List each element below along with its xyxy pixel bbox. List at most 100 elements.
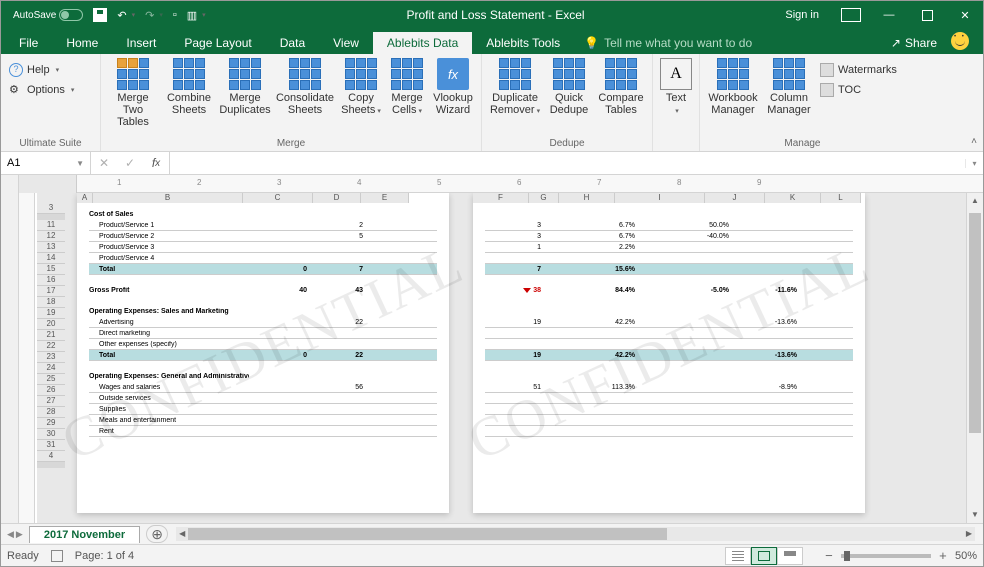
merge-two-tables-button[interactable]: Merge Two Tables xyxy=(105,56,161,136)
column-header[interactable]: L xyxy=(821,193,861,203)
column-header[interactable]: C xyxy=(243,193,313,203)
row-header[interactable]: 24 xyxy=(37,363,65,374)
insert-function-button[interactable]: fx xyxy=(143,152,169,174)
close-button[interactable]: ✕ xyxy=(947,1,983,29)
row-header[interactable]: 18 xyxy=(37,297,65,308)
row-header[interactable]: 11 xyxy=(37,220,65,231)
compare-tables-button[interactable]: Compare Tables xyxy=(594,56,648,136)
tab-home[interactable]: Home xyxy=(52,32,112,54)
save-button[interactable] xyxy=(89,6,111,24)
new-sheet-icon[interactable]: ▫ xyxy=(169,7,181,23)
expand-formula-bar-button[interactable]: ▾ xyxy=(965,159,983,168)
formula-input[interactable] xyxy=(170,157,965,169)
column-manager-button[interactable]: Column Manager xyxy=(762,56,816,136)
hscroll-left-button[interactable]: ◀ xyxy=(176,527,188,541)
enter-formula-button[interactable]: ✓ xyxy=(117,152,143,174)
page-layout-view-button[interactable] xyxy=(751,547,777,565)
copy-sheets-button[interactable]: Copy Sheets▾ xyxy=(337,56,385,136)
column-header[interactable]: E xyxy=(361,193,409,203)
row-header[interactable]: 3 xyxy=(37,203,65,214)
row-header[interactable]: 14 xyxy=(37,253,65,264)
column-header[interactable]: I xyxy=(615,193,705,203)
hscroll-thumb[interactable] xyxy=(188,528,667,540)
consolidate-sheets-button[interactable]: Consolidate Sheets xyxy=(273,56,337,136)
page-break-view-button[interactable] xyxy=(777,547,803,565)
name-box-dropdown-icon[interactable]: ▼ xyxy=(76,159,84,168)
row-header[interactable]: 19 xyxy=(37,308,65,319)
maximize-button[interactable] xyxy=(909,1,945,29)
row-header[interactable]: 16 xyxy=(37,275,65,286)
autosave-toggle[interactable]: AutoSave xyxy=(9,7,87,23)
tab-file[interactable]: File xyxy=(5,32,52,54)
quick-dedupe-button[interactable]: Quick Dedupe xyxy=(544,56,594,136)
merge-duplicates-button[interactable]: Merge Duplicates xyxy=(217,56,273,136)
minimize-button[interactable]: — xyxy=(871,1,907,29)
zoom-in-button[interactable]: + xyxy=(937,548,949,563)
feedback-smiley-button[interactable] xyxy=(951,32,969,50)
undo-button[interactable]: ↶▾ xyxy=(113,7,139,24)
watermarks-button[interactable]: Watermarks xyxy=(816,60,901,80)
share-button[interactable]: ↗Share xyxy=(881,32,947,54)
collapse-ribbon-button[interactable]: ˄ xyxy=(969,134,979,149)
column-header[interactable]: F xyxy=(473,193,529,203)
row-header[interactable]: 17 xyxy=(37,286,65,297)
name-box-input[interactable] xyxy=(7,157,67,169)
scroll-up-button[interactable]: ▲ xyxy=(967,193,983,209)
sign-in-button[interactable]: Sign in xyxy=(773,1,831,29)
row-header[interactable]: 27 xyxy=(37,396,65,407)
horizontal-scrollbar[interactable]: ◀ ▶ xyxy=(176,527,975,541)
scroll-down-button[interactable]: ▼ xyxy=(967,507,983,523)
row-header[interactable]: 31 xyxy=(37,440,65,451)
toc-button[interactable]: TOC xyxy=(816,80,901,100)
scroll-thumb[interactable] xyxy=(969,213,981,433)
tab-page-layout[interactable]: Page Layout xyxy=(170,32,265,54)
tab-ablebits-data[interactable]: Ablebits Data xyxy=(373,32,472,54)
help-button[interactable]: ?Help▾ xyxy=(5,60,96,80)
row-header[interactable]: 20 xyxy=(37,319,65,330)
row-header[interactable]: 29 xyxy=(37,418,65,429)
tab-view[interactable]: View xyxy=(319,32,373,54)
merge-cells-button[interactable]: Merge Cells▾ xyxy=(385,56,429,136)
tab-insert[interactable]: Insert xyxy=(112,32,170,54)
cancel-formula-button[interactable]: ✕ xyxy=(91,152,117,174)
vlookup-wizard-button[interactable]: fxVlookup Wizard xyxy=(429,56,477,136)
sheet-tab-active[interactable]: 2017 November xyxy=(29,526,140,543)
row-header[interactable]: 4 xyxy=(37,451,65,462)
qat-more-icon[interactable]: ▥▾ xyxy=(183,7,210,24)
column-header[interactable]: K xyxy=(765,193,821,203)
text-button[interactable]: AText▾ xyxy=(657,56,695,136)
name-box[interactable]: ▼ xyxy=(1,152,91,174)
ribbon-display-options-button[interactable] xyxy=(833,1,869,29)
column-header[interactable]: D xyxy=(313,193,361,203)
normal-view-button[interactable] xyxy=(725,547,751,565)
workbook-manager-button[interactable]: Workbook Manager xyxy=(704,56,762,136)
row-header[interactable]: 21 xyxy=(37,330,65,341)
row-header[interactable]: 26 xyxy=(37,385,65,396)
sheet-nav-prev-icon[interactable]: ◀ xyxy=(7,529,14,540)
column-header[interactable]: A xyxy=(77,193,93,203)
column-header[interactable]: H xyxy=(559,193,615,203)
combine-sheets-button[interactable]: Combine Sheets xyxy=(161,56,217,136)
duplicate-remover-button[interactable]: Duplicate Remover▾ xyxy=(486,56,544,136)
column-header[interactable]: B xyxy=(93,193,243,203)
column-header[interactable]: G xyxy=(529,193,559,203)
row-header[interactable]: 15 xyxy=(37,264,65,275)
redo-button[interactable]: ↷▾ xyxy=(141,7,167,24)
new-sheet-button[interactable]: ⊕ xyxy=(146,525,168,543)
row-header[interactable]: 12 xyxy=(37,231,65,242)
page-layout-view[interactable]: 3111213141516171819202122232425262728293… xyxy=(37,193,983,523)
row-header[interactable]: 13 xyxy=(37,242,65,253)
zoom-level[interactable]: 50% xyxy=(955,550,977,562)
row-header[interactable]: 25 xyxy=(37,374,65,385)
vertical-scrollbar[interactable]: ▲ ▼ xyxy=(966,193,983,523)
hscroll-right-button[interactable]: ▶ xyxy=(963,527,975,541)
row-header[interactable]: 22 xyxy=(37,341,65,352)
tab-ablebits-tools[interactable]: Ablebits Tools xyxy=(472,32,574,54)
row-header[interactable]: 28 xyxy=(37,407,65,418)
options-button[interactable]: ⚙Options▾ xyxy=(5,80,96,100)
column-header[interactable]: J xyxy=(705,193,765,203)
zoom-slider[interactable] xyxy=(841,554,931,558)
macro-record-icon[interactable] xyxy=(51,550,63,562)
zoom-out-button[interactable]: − xyxy=(823,548,835,563)
row-header[interactable]: 30 xyxy=(37,429,65,440)
